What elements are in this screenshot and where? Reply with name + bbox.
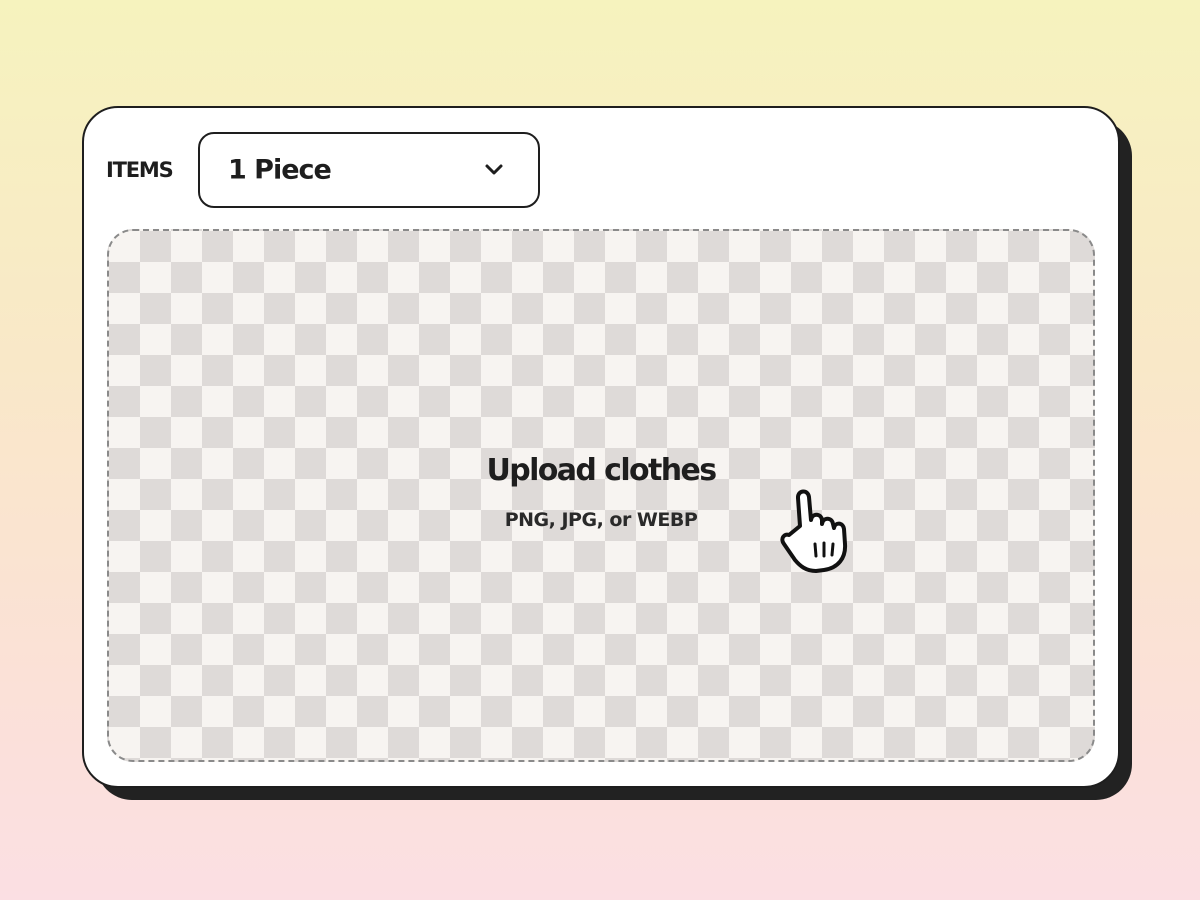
accepted-formats: PNG, JPG, or WEBP (504, 509, 698, 531)
items-label: ITEMS (106, 158, 174, 182)
pointer-hand-icon (780, 489, 848, 573)
chevron-down-icon (485, 164, 503, 175)
items-count-value: 1 Piece (228, 154, 332, 186)
upload-dropzone[interactable]: Upload clothes PNG, JPG, or WEBP (107, 229, 1095, 762)
upload-title: Upload clothes (486, 453, 717, 488)
items-count-select[interactable]: 1 Piece (198, 132, 540, 208)
